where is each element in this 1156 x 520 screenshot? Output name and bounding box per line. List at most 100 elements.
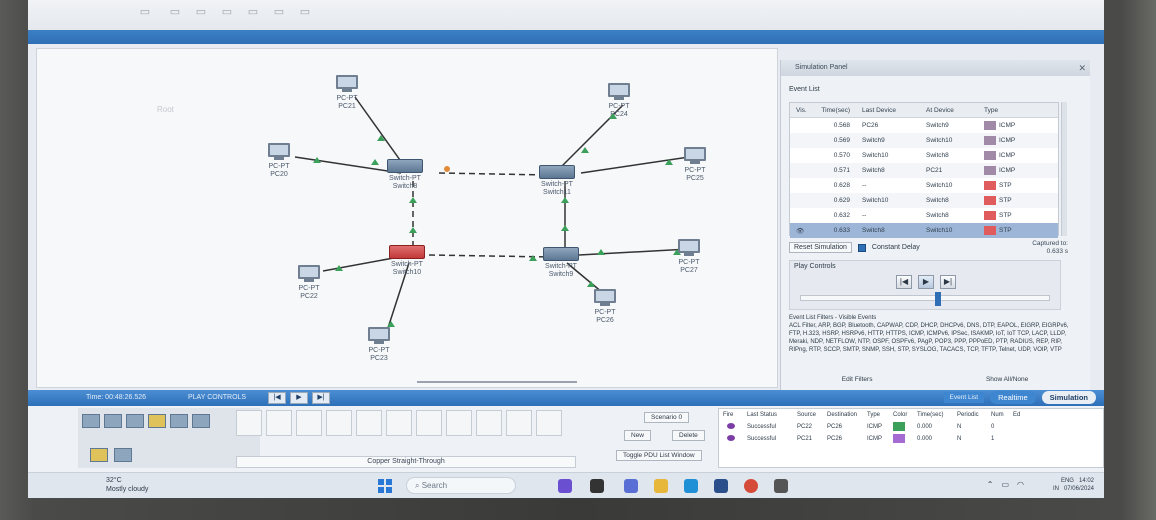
tab-realtime[interactable]: Realtime (990, 391, 1036, 404)
constant-delay-checkbox[interactable] (857, 243, 866, 252)
switch-category-icon[interactable] (104, 414, 122, 428)
device-pc26[interactable]: PC-PT PC26 (593, 289, 617, 325)
workspace-scrollbar[interactable] (417, 381, 577, 383)
straight-through-cable-icon[interactable] (296, 410, 322, 436)
event-row[interactable]: 0.632 -- Switch8 STP (790, 208, 1058, 223)
windows-start-icon[interactable] (378, 479, 392, 493)
fire-icon[interactable] (727, 435, 735, 441)
toolbar-icon[interactable]: ▭ (272, 6, 286, 18)
device-categories (78, 408, 260, 468)
col-header[interactable]: Type (984, 107, 1054, 114)
device-pc24[interactable]: PC-PT PC24 (607, 83, 631, 119)
device-pc22[interactable]: PC-PT PC22 (297, 265, 321, 301)
toolbar-icon[interactable]: ▭ (298, 6, 312, 18)
edit-filters-button[interactable]: Edit Filters (842, 376, 873, 388)
top-toolbar: ▭ ▭ ▭ ▭ ▭ ▭ ▭ (28, 0, 1104, 44)
device-pc20[interactable]: PC-PT PC20 (267, 143, 291, 179)
event-list-button[interactable]: Event List (943, 392, 985, 403)
device-switch8[interactable]: Switch-PT Switch8 (387, 159, 423, 191)
pdu-list-table[interactable]: Fire Last Status Source Destination Type… (718, 408, 1104, 468)
event-row[interactable]: 0.629 Switch10 Switch8 STP (790, 193, 1058, 208)
pdu-row[interactable]: Successful PC21 PC26 ICMP 0.000 N 1 (719, 433, 1103, 445)
filters-text: ACL Filter, ARP, BGP, Bluetooth, CAPWAP,… (789, 323, 1069, 353)
taskbar-search[interactable]: ⌕ Search (406, 477, 516, 494)
step-back-button[interactable]: |◀ (268, 392, 286, 404)
iot-cable-icon[interactable] (536, 410, 562, 436)
event-row[interactable]: 👁 0.633 Switch8 Switch10 STP (790, 223, 1058, 238)
back-button[interactable]: |◀ (896, 275, 912, 289)
col-header[interactable]: At Device (922, 107, 984, 114)
weather-widget[interactable]: 32°C Mostly cloudy (106, 476, 148, 494)
pdu-row[interactable]: Successful PC22 PC26 ICMP 0.000 N 0 (719, 421, 1103, 433)
play-button[interactable]: ▶ (290, 392, 308, 404)
speed-slider[interactable] (800, 292, 1050, 306)
console-cable-icon[interactable] (266, 410, 292, 436)
new-button[interactable]: New (624, 430, 652, 441)
chevron-up-icon[interactable]: ⌃ (987, 480, 994, 489)
device-pc27[interactable]: PC-PT PC27 (677, 239, 701, 275)
battery-icon[interactable]: ▭ (1001, 480, 1009, 489)
play-button[interactable]: ▶ (918, 275, 934, 289)
phone-cable-icon[interactable] (386, 410, 412, 436)
edge-icon[interactable] (684, 479, 698, 493)
chat-icon[interactable] (624, 479, 638, 493)
task-view-icon[interactable] (590, 479, 604, 493)
toolbar-icon[interactable]: ▭ (246, 6, 260, 18)
file-explorer-icon[interactable] (654, 479, 668, 493)
close-icon[interactable]: ✕ (1078, 63, 1086, 74)
col-header[interactable]: Last Device (858, 107, 922, 114)
show-all-none-button[interactable]: Show All/None (986, 376, 1028, 388)
event-list-table[interactable]: Vis. Time(sec) Last Device At Device Typ… (789, 102, 1059, 238)
logical-workspace[interactable]: Root PC-PT PC21 PC-PT PC24 PC-PT PC20 PC… (36, 48, 778, 388)
serial-dce-cable-icon[interactable] (446, 410, 472, 436)
simulation-panel: Simulation Panel ✕ Event List Vis. Time(… (780, 60, 1090, 392)
toolbar-icon[interactable]: ▭ (168, 6, 182, 18)
event-row[interactable]: 0.628 -- Switch10 STP (790, 178, 1058, 193)
app-icon[interactable] (714, 479, 728, 493)
chrome-icon[interactable] (744, 479, 758, 493)
hub-category-icon[interactable] (126, 414, 144, 428)
serial-dte-cable-icon[interactable] (476, 410, 502, 436)
grid-icon[interactable] (114, 448, 132, 462)
device-pc21[interactable]: PC-PT PC21 (335, 75, 359, 111)
device-pc23[interactable]: PC-PT PC23 (367, 327, 391, 363)
delete-button[interactable]: Delete (672, 430, 705, 441)
clock[interactable]: ENG 14:02 IN 07/06/2024 (1053, 477, 1094, 493)
device-pc25[interactable]: PC-PT PC25 (683, 147, 707, 183)
slider-knob[interactable] (935, 292, 942, 306)
event-list-scrollbar[interactable] (1061, 102, 1067, 236)
connections-category-icon[interactable] (148, 414, 166, 428)
col-header[interactable]: Vis. (790, 107, 812, 114)
forward-button[interactable]: ▶| (940, 275, 956, 289)
tab-simulation[interactable]: Simulation (1041, 391, 1096, 404)
end-devices-category-icon[interactable] (170, 414, 188, 428)
octal-cable-icon[interactable] (506, 410, 532, 436)
lightning-icon[interactable] (90, 448, 108, 462)
wireless-category-icon[interactable] (192, 414, 210, 428)
packet-tracer-icon[interactable] (774, 479, 788, 493)
device-switch10[interactable]: Switch-PT Switch10 (389, 245, 425, 277)
toggle-pdu-list-button[interactable]: Toggle PDU List Window (616, 450, 702, 461)
fiber-cable-icon[interactable] (356, 410, 382, 436)
toolbar-icon[interactable]: ▭ (138, 6, 152, 18)
reset-simulation-button[interactable]: Reset Simulation (789, 242, 852, 253)
scenario-select[interactable]: Scenario 0 (644, 412, 690, 423)
fire-icon[interactable] (727, 423, 735, 429)
router-category-icon[interactable] (82, 414, 100, 428)
visibility-icon[interactable]: 👁 (790, 227, 812, 235)
toolbar-icon[interactable]: ▭ (194, 6, 208, 18)
event-row[interactable]: 0.570 Switch10 Switch8 ICMP (790, 148, 1058, 163)
toolbar-icon[interactable]: ▭ (220, 6, 234, 18)
col-header[interactable]: Time(sec) (812, 107, 858, 114)
wifi-icon[interactable]: ◠ (1017, 480, 1024, 489)
device-switch9[interactable]: Switch-PT Switch9 (543, 247, 579, 279)
event-row[interactable]: 0.568 PC26 Switch9 ICMP (790, 118, 1058, 133)
coaxial-cable-icon[interactable] (416, 410, 442, 436)
device-switch11[interactable]: Switch-PT Switch11 (539, 165, 575, 197)
event-row[interactable]: 0.569 Switch9 Switch10 ICMP (790, 133, 1058, 148)
event-row[interactable]: 0.571 Switch8 PC21 ICMP (790, 163, 1058, 178)
app-icon[interactable] (558, 479, 572, 493)
step-forward-button[interactable]: ▶| (312, 392, 330, 404)
crossover-cable-icon[interactable] (326, 410, 352, 436)
auto-cable-icon[interactable] (236, 410, 262, 436)
